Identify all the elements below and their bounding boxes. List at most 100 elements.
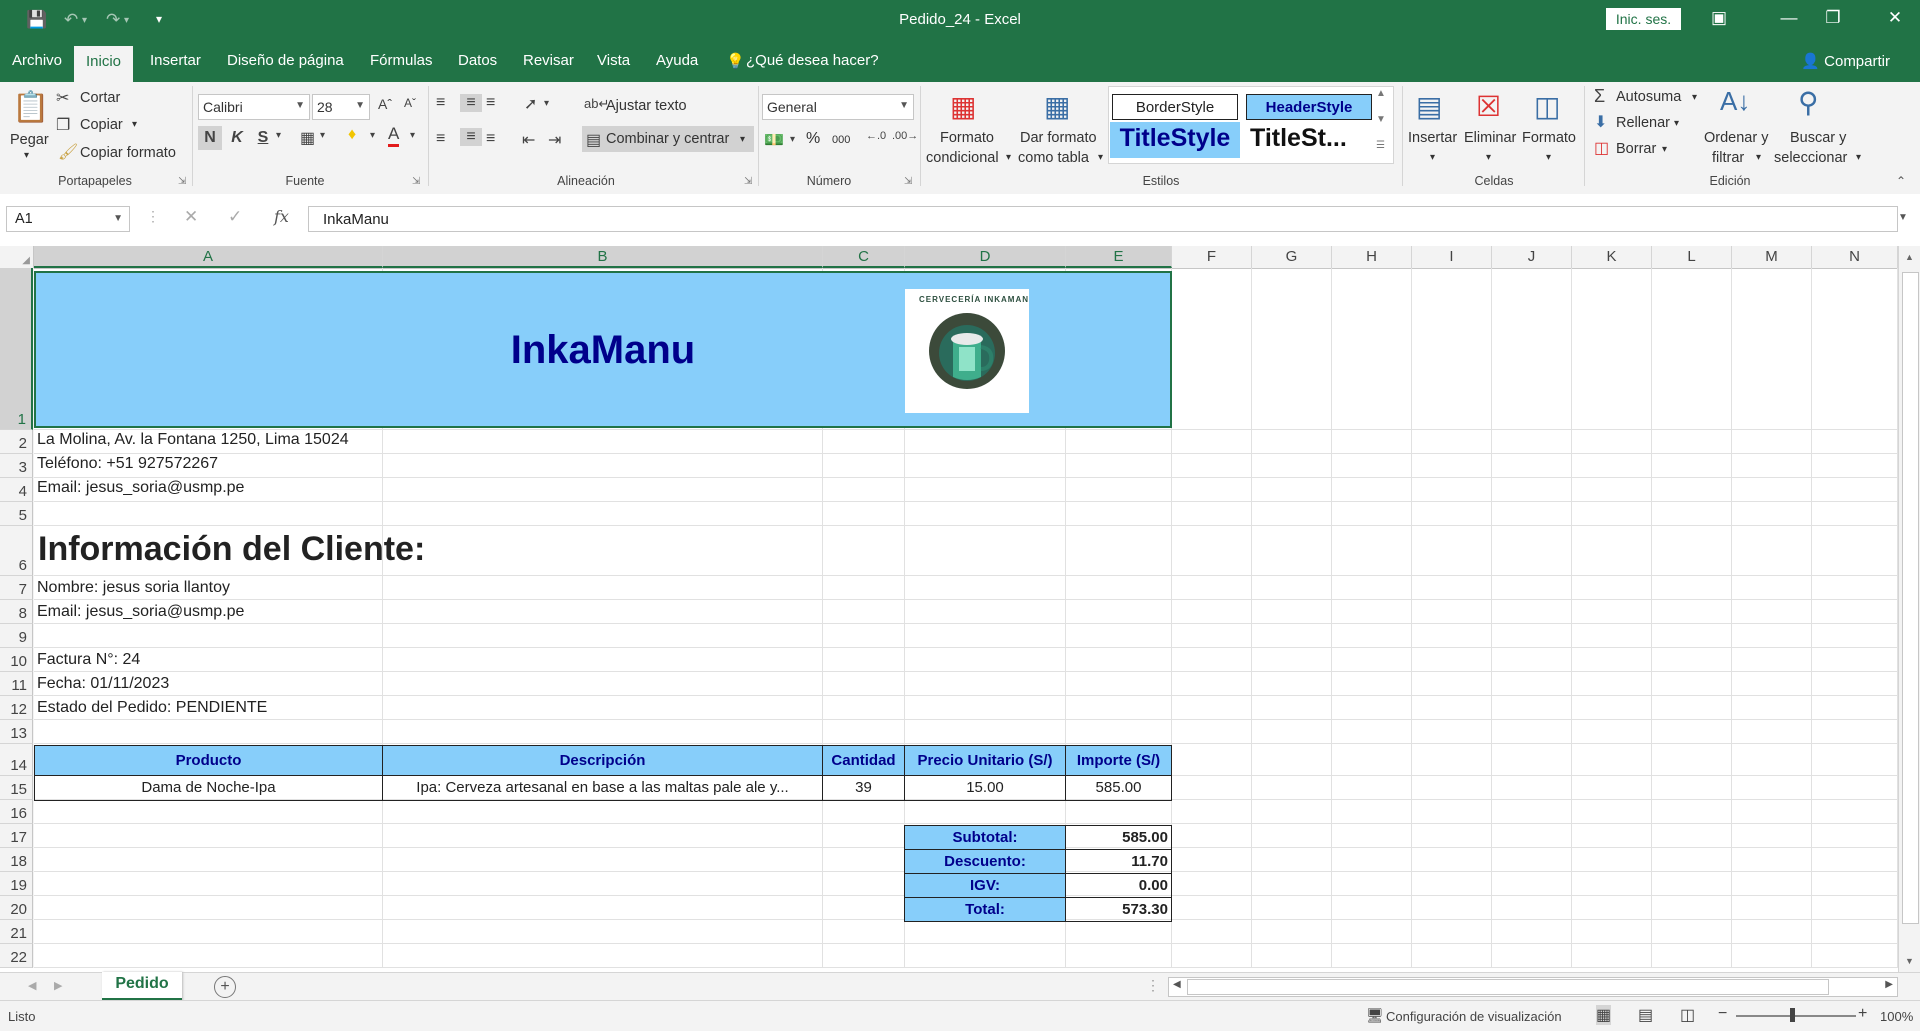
column-header[interactable]: G [1252, 246, 1332, 268]
table-header-producto[interactable]: Producto [34, 745, 383, 776]
zoom-in-icon[interactable]: + [1858, 1005, 1867, 1023]
row-header[interactable]: 13 [0, 720, 33, 744]
name-box[interactable]: A1 ▼ [6, 206, 130, 232]
close-icon[interactable]: ✕ [1880, 8, 1910, 28]
underline-dropdown-icon[interactable]: ▾ [276, 130, 281, 141]
igv-value[interactable]: 0.00 [1065, 873, 1172, 898]
igv-label[interactable]: IGV: [904, 873, 1066, 898]
decrease-font-icon[interactable]: Aˇ [404, 96, 416, 110]
column-header[interactable]: M [1732, 246, 1812, 268]
total-value[interactable]: 573.30 [1065, 897, 1172, 922]
table-header-descripcion[interactable]: Descripción [382, 745, 823, 776]
increase-indent-icon[interactable]: ⇥ [548, 130, 561, 150]
page-layout-icon[interactable]: ▤ [1638, 1005, 1653, 1025]
insert-dropdown-icon[interactable]: ▾ [1430, 152, 1435, 163]
table-cell-importe[interactable]: 585.00 [1065, 775, 1172, 801]
decrease-decimal-icon[interactable]: .00→ [892, 130, 918, 142]
add-sheet-icon[interactable]: + [214, 976, 236, 998]
clear-button[interactable]: Borrar [1616, 141, 1656, 157]
insert-cells-icon[interactable]: ▤ [1416, 90, 1442, 123]
underline-button[interactable]: S [252, 126, 274, 150]
row-header[interactable]: 9 [0, 624, 33, 648]
thousands-button[interactable]: 000 [832, 134, 850, 146]
normal-view-icon[interactable]: ▦ [1596, 1005, 1612, 1025]
column-header[interactable]: H [1332, 246, 1412, 268]
row-header[interactable]: 1 [0, 268, 33, 430]
column-header[interactable]: D [905, 246, 1066, 268]
paste-icon[interactable]: 📋 [12, 90, 49, 128]
row-header[interactable]: 8 [0, 600, 33, 624]
style-title-2[interactable]: TitleSt... [1246, 122, 1372, 158]
column-header[interactable]: F [1172, 246, 1252, 268]
italic-button[interactable]: K [226, 126, 248, 150]
fill-dropdown-icon[interactable]: ▾ [370, 130, 375, 141]
formula-input[interactable]: InkaManu [308, 206, 1898, 232]
row-header[interactable]: 20 [0, 896, 33, 920]
find-icon[interactable]: ⚲ [1798, 86, 1819, 119]
conditional-format-label-1[interactable]: Formato [940, 130, 994, 146]
cell-client-name[interactable]: Nombre: jesus soria llantoy [37, 579, 737, 601]
minimize-icon[interactable]: — [1774, 8, 1804, 28]
font-size-select[interactable]: 28 ▼ [312, 94, 370, 120]
row-header[interactable]: 11 [0, 672, 33, 696]
align-top-icon[interactable]: ≡ [436, 94, 445, 112]
font-name-select[interactable]: Calibri ▼ [198, 94, 310, 120]
share-button[interactable]: 👤 Compartir [1801, 52, 1890, 70]
tab-revisar[interactable]: Revisar [523, 52, 574, 69]
table-cell-cantidad[interactable]: 39 [822, 775, 905, 801]
tab-vista[interactable]: Vista [597, 52, 630, 69]
cell-client-email[interactable]: Email: jesus_soria@usmp.pe [37, 603, 737, 625]
column-header[interactable]: N [1812, 246, 1898, 268]
format-dropdown-icon[interactable]: ▾ [1546, 152, 1551, 163]
h-scroll-thumb[interactable] [1187, 979, 1829, 995]
align-right-icon[interactable]: ≡ [486, 130, 495, 148]
delete-cells-icon[interactable]: ☒ [1476, 90, 1501, 123]
bold-button[interactable]: N [198, 126, 222, 150]
row-header[interactable]: 21 [0, 920, 33, 944]
cell-address[interactable]: La Molina, Av. la Fontana 1250, Lima 150… [37, 431, 737, 453]
cancel-icon[interactable]: ✕ [184, 207, 198, 227]
tab-ayuda[interactable]: Ayuda [656, 52, 698, 69]
gallery-up-icon[interactable]: ▲ [1376, 88, 1386, 99]
clear-dropdown-icon[interactable]: ▾ [1662, 144, 1667, 155]
conditional-dropdown-icon[interactable]: ▾ [1006, 152, 1011, 163]
style-border[interactable]: BorderStyle [1112, 94, 1238, 120]
gallery-down-icon[interactable]: ▼ [1376, 114, 1386, 125]
row-header[interactable]: 5 [0, 502, 33, 526]
row-header[interactable]: 16 [0, 800, 33, 824]
row-header[interactable]: 18 [0, 848, 33, 872]
column-header[interactable]: K [1572, 246, 1652, 268]
orientation-icon[interactable]: ➚ [524, 94, 537, 114]
sheet-tab-pedido[interactable]: Pedido [102, 972, 182, 1001]
delete-cells-button[interactable]: Eliminar [1464, 130, 1516, 146]
sort-filter-icon[interactable]: A↓ [1720, 86, 1750, 117]
enter-icon[interactable]: ✓ [228, 207, 242, 227]
cut-button[interactable]: Cortar [80, 90, 120, 106]
paste-button[interactable]: Pegar [10, 132, 49, 148]
zoom-level[interactable]: 100% [1880, 1009, 1913, 1024]
column-header[interactable]: L [1652, 246, 1732, 268]
column-header[interactable]: J [1492, 246, 1572, 268]
borders-icon[interactable]: ▦ [300, 128, 315, 148]
signin-button[interactable]: Inic. ses. [1606, 8, 1681, 30]
subtotal-label[interactable]: Subtotal: [904, 825, 1066, 850]
vertical-scrollbar[interactable]: ▲ ▼ [1898, 246, 1920, 972]
discount-label[interactable]: Descuento: [904, 849, 1066, 874]
company-logo[interactable]: CERVECERÍA INKAMANU [905, 289, 1029, 413]
row-header[interactable]: 3 [0, 454, 33, 478]
restore-icon[interactable]: ❐ [1818, 8, 1848, 28]
table-header-importe[interactable]: Importe (S/) [1065, 745, 1172, 776]
tab-formulas[interactable]: Fórmulas [370, 52, 433, 69]
cell-invoice[interactable]: Factura N°: 24 [37, 651, 737, 673]
insert-function-icon[interactable]: fx [274, 207, 289, 226]
row-header[interactable]: 12 [0, 696, 33, 720]
format-as-table-label-2[interactable]: como tabla [1018, 150, 1089, 166]
fill-dropdown-icon[interactable]: ▾ [1674, 118, 1679, 129]
display-settings-icon[interactable]: 🖥 [1366, 1007, 1384, 1024]
merge-center-button[interactable]: ▤ Combinar y centrar ▾ [582, 126, 754, 152]
scroll-down-icon[interactable]: ▼ [1905, 956, 1914, 966]
format-as-table-icon[interactable]: ▦ [1044, 90, 1070, 123]
prev-sheet-icon[interactable]: ◀ [28, 979, 36, 992]
orientation-dropdown-icon[interactable]: ▾ [544, 98, 549, 109]
align-middle-icon[interactable]: ≡ [460, 94, 482, 112]
